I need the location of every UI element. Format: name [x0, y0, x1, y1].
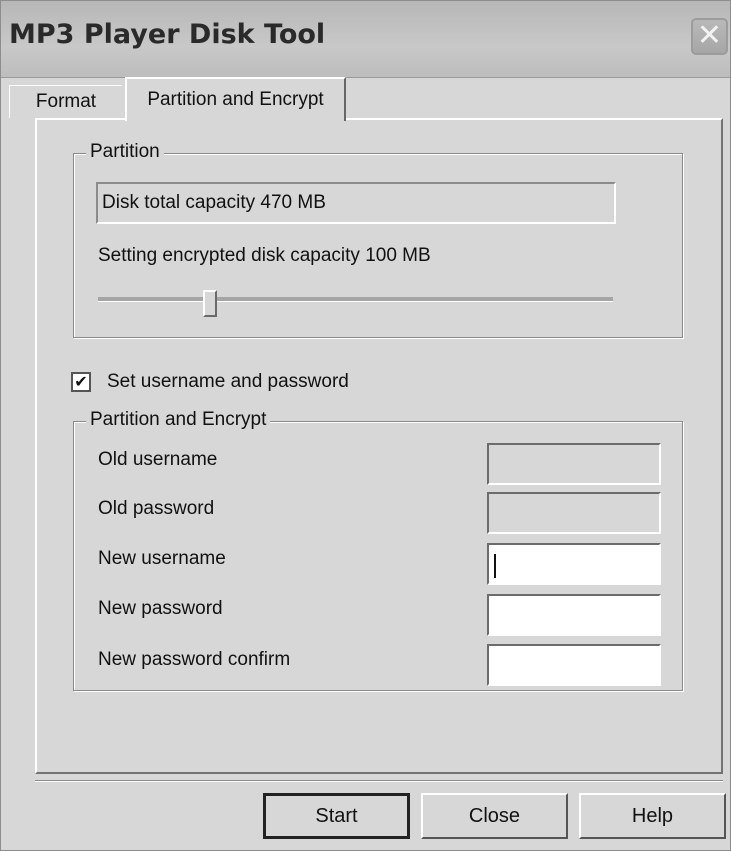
partition-legend: Partition [86, 141, 164, 163]
encrypt-legend: Partition and Encrypt [86, 409, 271, 431]
tab-partition-and-encrypt[interactable]: Partition and Encrypt [125, 77, 346, 121]
set-credentials-checkbox[interactable]: ✔ [71, 372, 91, 392]
old-password-label: Old password [98, 498, 215, 519]
close-button[interactable]: Close [421, 793, 568, 839]
old-username-label: Old username [98, 449, 218, 470]
new-password-field[interactable] [487, 594, 661, 636]
capacity-slider-thumb[interactable] [203, 290, 217, 317]
new-username-label: New username [98, 548, 226, 569]
new-password-label: New password [98, 598, 223, 619]
new-password-confirm-field[interactable] [487, 644, 661, 686]
old-username-field[interactable] [487, 443, 661, 485]
encrypted-capacity-label: Setting encrypted disk capacity 100 MB [98, 245, 431, 266]
dialog-window: MP3 Player Disk Tool ✕ Format Partition … [0, 0, 731, 851]
text-caret [494, 554, 496, 578]
new-username-field[interactable] [487, 543, 661, 585]
button-separator [35, 780, 723, 782]
capacity-slider-track[interactable] [98, 297, 613, 302]
old-password-field[interactable] [487, 492, 661, 534]
start-button[interactable]: Start [263, 793, 410, 839]
tab-format[interactable]: Format [9, 85, 122, 118]
check-icon: ✔ [74, 372, 88, 391]
help-button[interactable]: Help [579, 793, 726, 839]
window-title: MP3 Player Disk Tool [9, 19, 326, 50]
new-password-confirm-label: New password confirm [98, 649, 291, 670]
close-icon[interactable]: ✕ [691, 18, 728, 55]
title-bar[interactable]: MP3 Player Disk Tool ✕ [1, 1, 730, 78]
disk-capacity-field: Disk total capacity 470 MB [96, 182, 616, 224]
set-credentials-label[interactable]: Set username and password [107, 371, 349, 393]
